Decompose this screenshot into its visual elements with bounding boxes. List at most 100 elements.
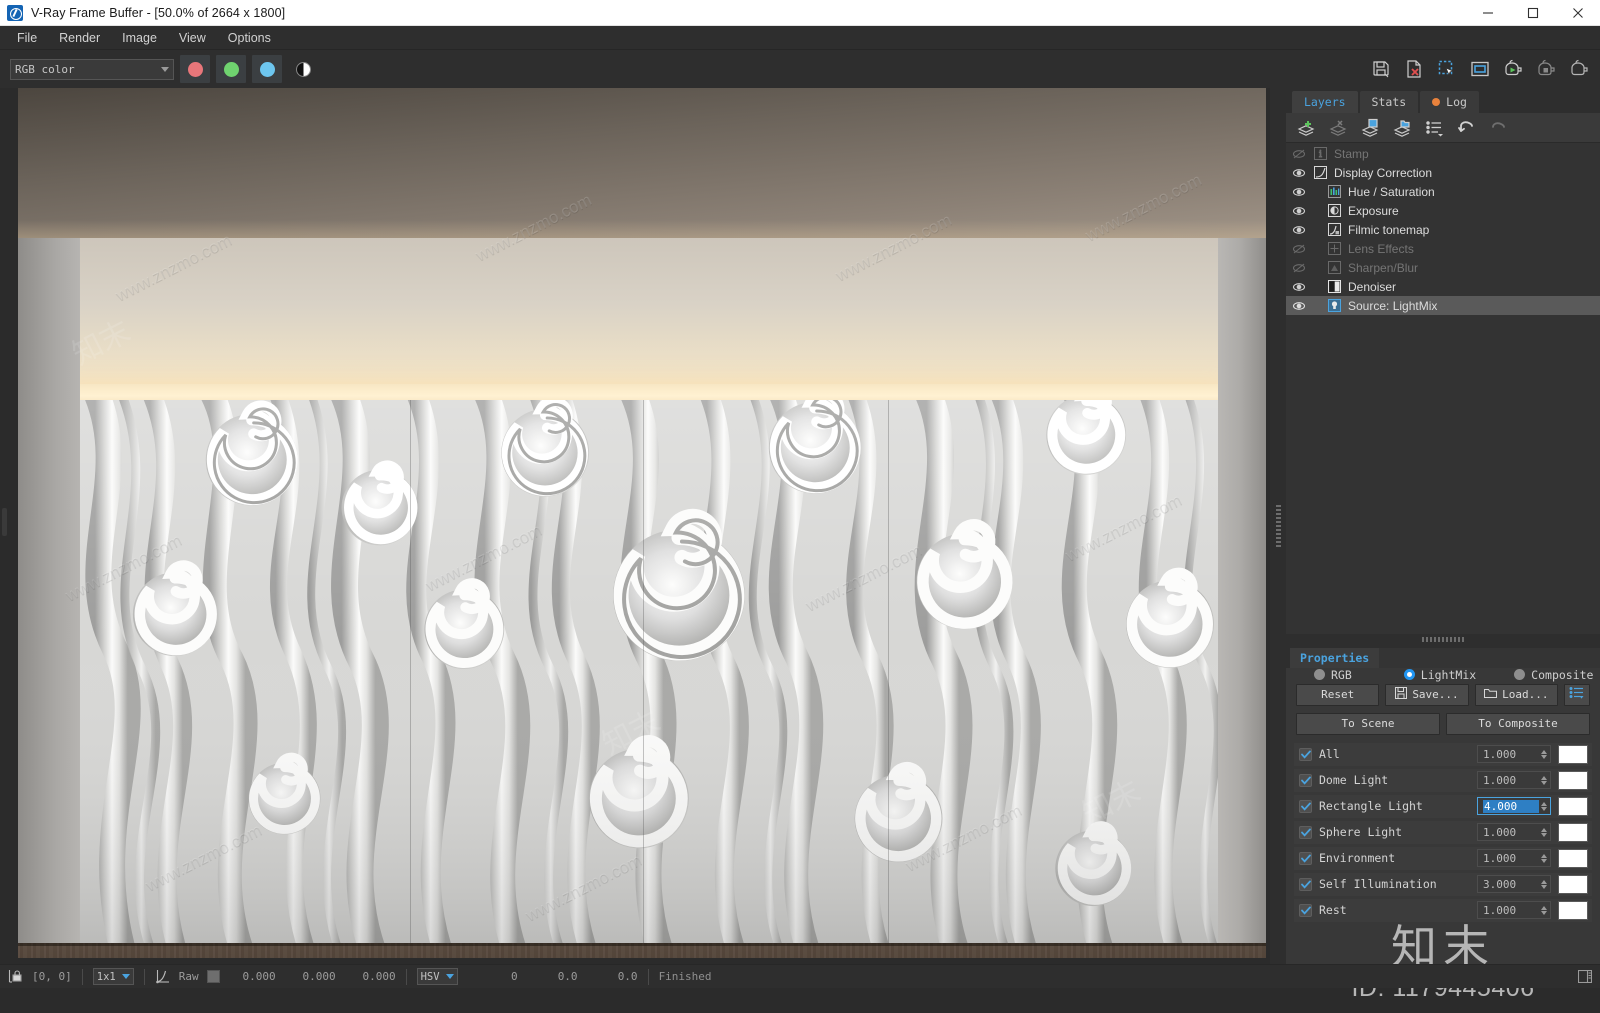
tab-properties[interactable]: Properties [1290,648,1379,668]
curve-icon[interactable] [155,969,171,984]
delete-layer-button[interactable] [1324,115,1354,141]
light-checkbox[interactable] [1299,852,1312,865]
light-row-self-illumination[interactable]: Self Illumination 3.000 [1294,873,1592,896]
tab-stats[interactable]: Stats [1360,91,1419,113]
menu-file[interactable]: File [6,28,48,48]
sample-size-select[interactable]: 1x1 [93,968,134,985]
to-scene-button[interactable]: To Scene [1296,713,1440,735]
close-button[interactable] [1555,0,1600,26]
radio-lightmix[interactable]: LightMix [1404,668,1476,682]
light-intensity-input[interactable]: 1.000 [1477,901,1551,919]
light-row-dome-light[interactable]: Dome Light 1.000 [1294,769,1592,792]
green-channel-button[interactable] [216,55,246,83]
to-composite-button[interactable]: To Composite [1446,713,1590,735]
light-color-swatch[interactable] [1558,901,1588,920]
lock-icon[interactable] [8,969,22,984]
add-layer-button[interactable] [1292,115,1322,141]
red-channel-button[interactable] [180,55,210,83]
eye-icon[interactable] [1292,282,1306,292]
horizontal-splitter[interactable] [1286,634,1600,646]
stop-render-button[interactable] [1530,54,1561,84]
layer-row-source-lightmix[interactable]: Source: LightMix [1286,296,1600,315]
light-intensity-input[interactable]: 1.000 [1477,849,1551,867]
start-render-button[interactable] [1497,54,1528,84]
reset-button[interactable]: Reset [1296,684,1379,706]
eye-off-icon[interactable] [1292,263,1306,273]
light-row-environment[interactable]: Environment 1.000 [1294,847,1592,870]
lightmix-menu-button[interactable] [1564,684,1590,706]
minimize-button[interactable] [1465,0,1510,26]
render-last-button[interactable] [1563,54,1594,84]
color-space-select[interactable]: HSV [417,968,458,985]
spinner-arrows-icon[interactable] [1539,880,1548,889]
light-intensity-input[interactable]: 1.000 [1477,823,1551,841]
load-layers-button[interactable] [1388,115,1418,141]
eye-icon[interactable] [1292,301,1306,311]
light-intensity-input[interactable]: 3.000 [1477,875,1551,893]
light-color-swatch[interactable] [1558,797,1588,816]
fit-to-window-button[interactable] [1464,54,1495,84]
image-viewport[interactable]: www.znzmo.com www.znzmo.com www.znzmo.co… [0,88,1270,964]
light-checkbox[interactable] [1299,904,1312,917]
menu-render[interactable]: Render [48,28,111,48]
layer-row-stamp[interactable]: i Stamp [1286,144,1600,163]
save-image-button[interactable] [1365,54,1396,84]
load-button[interactable]: Load... [1475,684,1558,706]
light-checkbox[interactable] [1299,878,1312,891]
layer-row-lens-effects[interactable]: Lens Effects [1286,239,1600,258]
save-layers-button[interactable] [1356,115,1386,141]
tab-layers[interactable]: Layers [1292,91,1358,113]
viewport-left-grip[interactable] [2,508,7,536]
light-checkbox[interactable] [1299,748,1312,761]
layer-row-hue-saturation[interactable]: Hue / Saturation [1286,182,1600,201]
save-button[interactable]: Save... [1385,684,1468,706]
light-row-all[interactable]: All 1.000 [1294,743,1592,766]
spinner-arrows-icon[interactable] [1539,854,1548,863]
menu-options[interactable]: Options [217,28,282,48]
light-row-rest[interactable]: Rest 1.000 [1294,899,1592,922]
layer-presets-button[interactable] [1420,115,1450,141]
light-color-swatch[interactable] [1558,745,1588,764]
radio-rgb[interactable]: RGB [1314,668,1352,682]
light-intensity-input-active[interactable]: 4.000 [1477,797,1551,815]
eye-off-icon[interactable] [1292,244,1306,254]
spinner-arrows-icon[interactable] [1539,828,1548,837]
blue-channel-button[interactable] [252,55,282,83]
light-intensity-input[interactable]: 1.000 [1477,745,1551,763]
spinner-arrows-icon[interactable] [1539,906,1548,915]
layer-row-sharpen-blur[interactable]: Sharpen/Blur [1286,258,1600,277]
light-color-swatch[interactable] [1558,823,1588,842]
panel-toggle-icon[interactable] [1578,970,1592,983]
clear-image-button[interactable] [1398,54,1429,84]
light-checkbox[interactable] [1299,774,1312,787]
tab-log[interactable]: Log [1420,91,1479,113]
region-select-button[interactable] [1431,54,1462,84]
spinner-arrows-icon[interactable] [1539,750,1548,759]
eye-icon[interactable] [1292,187,1306,197]
eye-icon[interactable] [1292,168,1306,178]
menu-view[interactable]: View [168,28,217,48]
light-color-swatch[interactable] [1558,875,1588,894]
alpha-channel-button[interactable] [288,55,318,83]
eye-icon[interactable] [1292,225,1306,235]
eye-off-icon[interactable] [1292,149,1306,159]
layer-row-display-correction[interactable]: Display Correction [1286,163,1600,182]
light-row-rectangle-light[interactable]: Rectangle Light 4.000 [1294,795,1592,818]
redo-button[interactable] [1484,115,1514,141]
light-checkbox[interactable] [1299,826,1312,839]
eye-icon[interactable] [1292,206,1306,216]
light-color-swatch[interactable] [1558,771,1588,790]
vertical-splitter[interactable] [1270,88,1286,964]
undo-button[interactable] [1452,115,1482,141]
layer-row-exposure[interactable]: Exposure [1286,201,1600,220]
light-intensity-input[interactable]: 1.000 [1477,771,1551,789]
light-color-swatch[interactable] [1558,849,1588,868]
maximize-button[interactable] [1510,0,1555,26]
radio-composite[interactable]: Composite [1514,668,1593,682]
light-row-sphere-light[interactable]: Sphere Light 1.000 [1294,821,1592,844]
menu-image[interactable]: Image [111,28,168,48]
layer-row-filmic-tonemap[interactable]: Filmic tonemap [1286,220,1600,239]
spinner-arrows-icon[interactable] [1539,802,1548,811]
layer-row-denoiser[interactable]: Denoiser [1286,277,1600,296]
channel-select[interactable]: RGB color [10,59,174,80]
